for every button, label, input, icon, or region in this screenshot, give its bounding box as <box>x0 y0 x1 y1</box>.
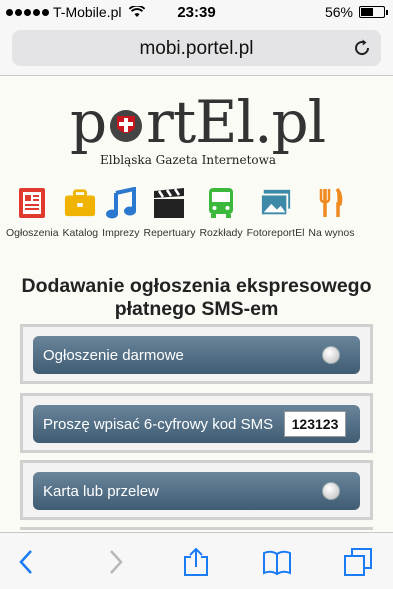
music-note-icon <box>105 187 136 219</box>
share-icon[interactable] <box>181 547 211 577</box>
menu-item-repertuary[interactable]: Repertuary <box>142 187 198 247</box>
forward-icon[interactable] <box>100 547 130 577</box>
bus-icon <box>209 188 234 218</box>
sms-code-input[interactable] <box>284 411 346 437</box>
option-sms-box: Proszę wpisać 6-cyfrowy kod SMS <box>20 393 373 453</box>
back-icon[interactable] <box>12 547 42 577</box>
option-card-button[interactable]: Karta lub przelew <box>33 472 360 510</box>
menu-label: Na wynos <box>308 227 355 239</box>
newspaper-icon <box>19 188 46 218</box>
fork-knife-icon <box>320 187 343 217</box>
menu-label: Ogłoszenia <box>6 227 59 239</box>
browser-toolbar <box>0 532 393 589</box>
logo-prefix: p <box>70 88 107 156</box>
logo-suffix: rtEl.pl <box>146 88 326 156</box>
address-bar[interactable]: mobi.portel.pl <box>12 30 381 66</box>
tabs-icon[interactable] <box>343 547 373 577</box>
option-free-label: Ogłoszenie darmowe <box>43 346 184 364</box>
menu-label: FotoreportEl <box>246 227 305 239</box>
menu-item-fotoreportel[interactable]: FotoreportEl <box>245 187 307 247</box>
menu-label: Katalog <box>62 227 99 239</box>
web-page: p rtEl.pl Elbląska Gazeta Internetowa Og… <box>0 77 393 532</box>
status-bar: T-Mobile.pl 23:39 56% <box>0 0 393 24</box>
page-title: Dodawanie ogłoszenia ekspresowego płatne… <box>21 275 372 320</box>
battery-info: 56% <box>324 4 388 20</box>
radio-button[interactable] <box>322 482 340 500</box>
battery-icon <box>359 6 388 18</box>
menu-item-katalog[interactable]: Katalog <box>61 187 101 247</box>
menu-item-rozklady[interactable]: Rozkłady <box>197 187 244 247</box>
menu-item-imprezy[interactable]: Imprezy <box>100 187 141 247</box>
logo-tagline: Elbląska Gazeta Internetowa <box>100 153 277 167</box>
clapperboard-icon <box>154 188 185 218</box>
menu-item-na-wynos[interactable]: Na wynos <box>306 187 356 247</box>
portel-logo[interactable]: p rtEl.pl Elbląska Gazeta Internetowa <box>70 87 330 177</box>
menu-label: Repertuary <box>143 227 196 239</box>
menu-item-ogloszenia[interactable]: Ogłoszenia <box>4 187 61 247</box>
option-free-box: Ogłoszenie darmowe <box>20 324 373 384</box>
logo-emblem-icon <box>110 110 143 142</box>
menu-label: Imprezy <box>102 227 140 239</box>
reload-icon[interactable] <box>351 37 373 59</box>
option-card-box: Karta lub przelew <box>20 460 373 520</box>
option-free-button[interactable]: Ogłoszenie darmowe <box>33 336 360 374</box>
photos-icon <box>259 189 290 217</box>
option-sms-button[interactable]: Proszę wpisać 6-cyfrowy kod SMS <box>33 405 360 443</box>
url-text[interactable]: mobi.portel.pl <box>12 38 381 60</box>
browser-address-area: mobi.portel.pl <box>0 24 393 76</box>
next-option-edge <box>20 527 373 530</box>
battery-level <box>361 8 373 16</box>
menu-label: Rozkłady <box>199 227 243 239</box>
option-sms-label: Proszę wpisać 6-cyfrowy kod SMS <box>43 415 274 433</box>
bookmarks-icon[interactable] <box>262 547 292 577</box>
logo-wordmark: p rtEl.pl <box>70 87 326 157</box>
option-card-label: Karta lub przelew <box>43 482 159 500</box>
briefcase-icon <box>65 189 96 217</box>
radio-button[interactable] <box>322 346 340 364</box>
battery-percent: 56% <box>324 4 353 20</box>
category-menu: Ogłoszenia Katalog Imprezy Repertuary Ro… <box>4 187 393 247</box>
